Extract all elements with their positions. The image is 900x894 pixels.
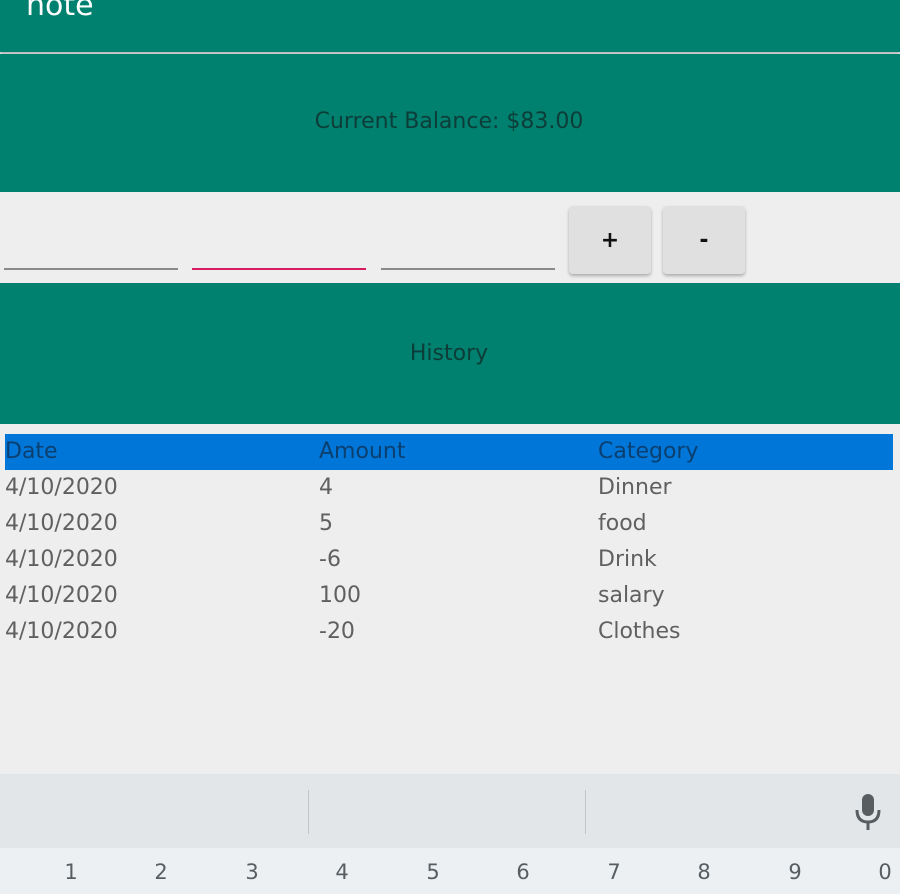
- keyboard-number-row: 1 2 3 4 5 6 7 8 9 0: [0, 848, 900, 894]
- table-row[interactable]: 4/10/2020 5 food: [5, 506, 893, 542]
- key-5[interactable]: 5: [413, 860, 453, 884]
- row-amount: 100: [319, 583, 361, 608]
- row-category: Dinner: [598, 475, 672, 500]
- header-category: Category: [598, 439, 699, 464]
- suggestion-divider: [308, 790, 309, 834]
- row-amount: 5: [319, 511, 333, 536]
- app-bar: note: [0, 0, 900, 52]
- key-9[interactable]: 9: [775, 860, 815, 884]
- history-table: Date Amount Category 4/10/2020 4 Dinner …: [5, 434, 893, 650]
- microphone-icon[interactable]: [852, 792, 884, 832]
- row-date: 4/10/2020: [5, 547, 118, 572]
- key-1[interactable]: 1: [51, 860, 91, 884]
- category-input[interactable]: [381, 220, 559, 270]
- history-title: History: [409, 341, 489, 366]
- key-2[interactable]: 2: [141, 860, 181, 884]
- table-row[interactable]: 4/10/2020 -20 Clothes: [5, 614, 893, 650]
- table-row[interactable]: 4/10/2020 100 salary: [5, 578, 893, 614]
- row-date: 4/10/2020: [5, 511, 118, 536]
- amount-input[interactable]: [192, 220, 370, 270]
- row-amount: -6: [319, 547, 341, 572]
- row-date: 4/10/2020: [5, 619, 118, 644]
- row-category: Clothes: [598, 619, 681, 644]
- row-date: 4/10/2020: [5, 583, 118, 608]
- row-category: food: [598, 511, 647, 536]
- suggestion-divider: [585, 790, 586, 834]
- history-panel: History: [0, 283, 900, 424]
- table-row[interactable]: 4/10/2020 4 Dinner: [5, 470, 893, 506]
- header-amount: Amount: [319, 439, 406, 464]
- key-6[interactable]: 6: [503, 860, 543, 884]
- key-0[interactable]: 0: [865, 860, 900, 884]
- table-header-row: Date Amount Category: [5, 434, 893, 470]
- subtract-button[interactable]: -: [663, 206, 745, 274]
- keyboard-suggestion-bar: [0, 774, 900, 848]
- row-category: salary: [598, 583, 665, 608]
- row-category: Drink: [598, 547, 657, 572]
- key-7[interactable]: 7: [594, 860, 634, 884]
- current-balance: Current Balance: $83.00: [314, 109, 584, 134]
- add-button[interactable]: +: [569, 206, 651, 274]
- balance-panel: Current Balance: $83.00: [0, 54, 900, 192]
- row-amount: 4: [319, 475, 333, 500]
- date-input[interactable]: [4, 220, 182, 270]
- app-title: note: [26, 0, 94, 23]
- row-amount: -20: [319, 619, 355, 644]
- table-row[interactable]: 4/10/2020 -6 Drink: [5, 542, 893, 578]
- key-8[interactable]: 8: [684, 860, 724, 884]
- key-4[interactable]: 4: [322, 860, 362, 884]
- date-field[interactable]: [4, 220, 182, 270]
- row-date: 4/10/2020: [5, 475, 118, 500]
- entry-input-row: [0, 192, 900, 283]
- key-3[interactable]: 3: [232, 860, 272, 884]
- category-field[interactable]: [381, 220, 559, 270]
- amount-field[interactable]: [192, 220, 370, 270]
- header-date: Date: [5, 439, 58, 464]
